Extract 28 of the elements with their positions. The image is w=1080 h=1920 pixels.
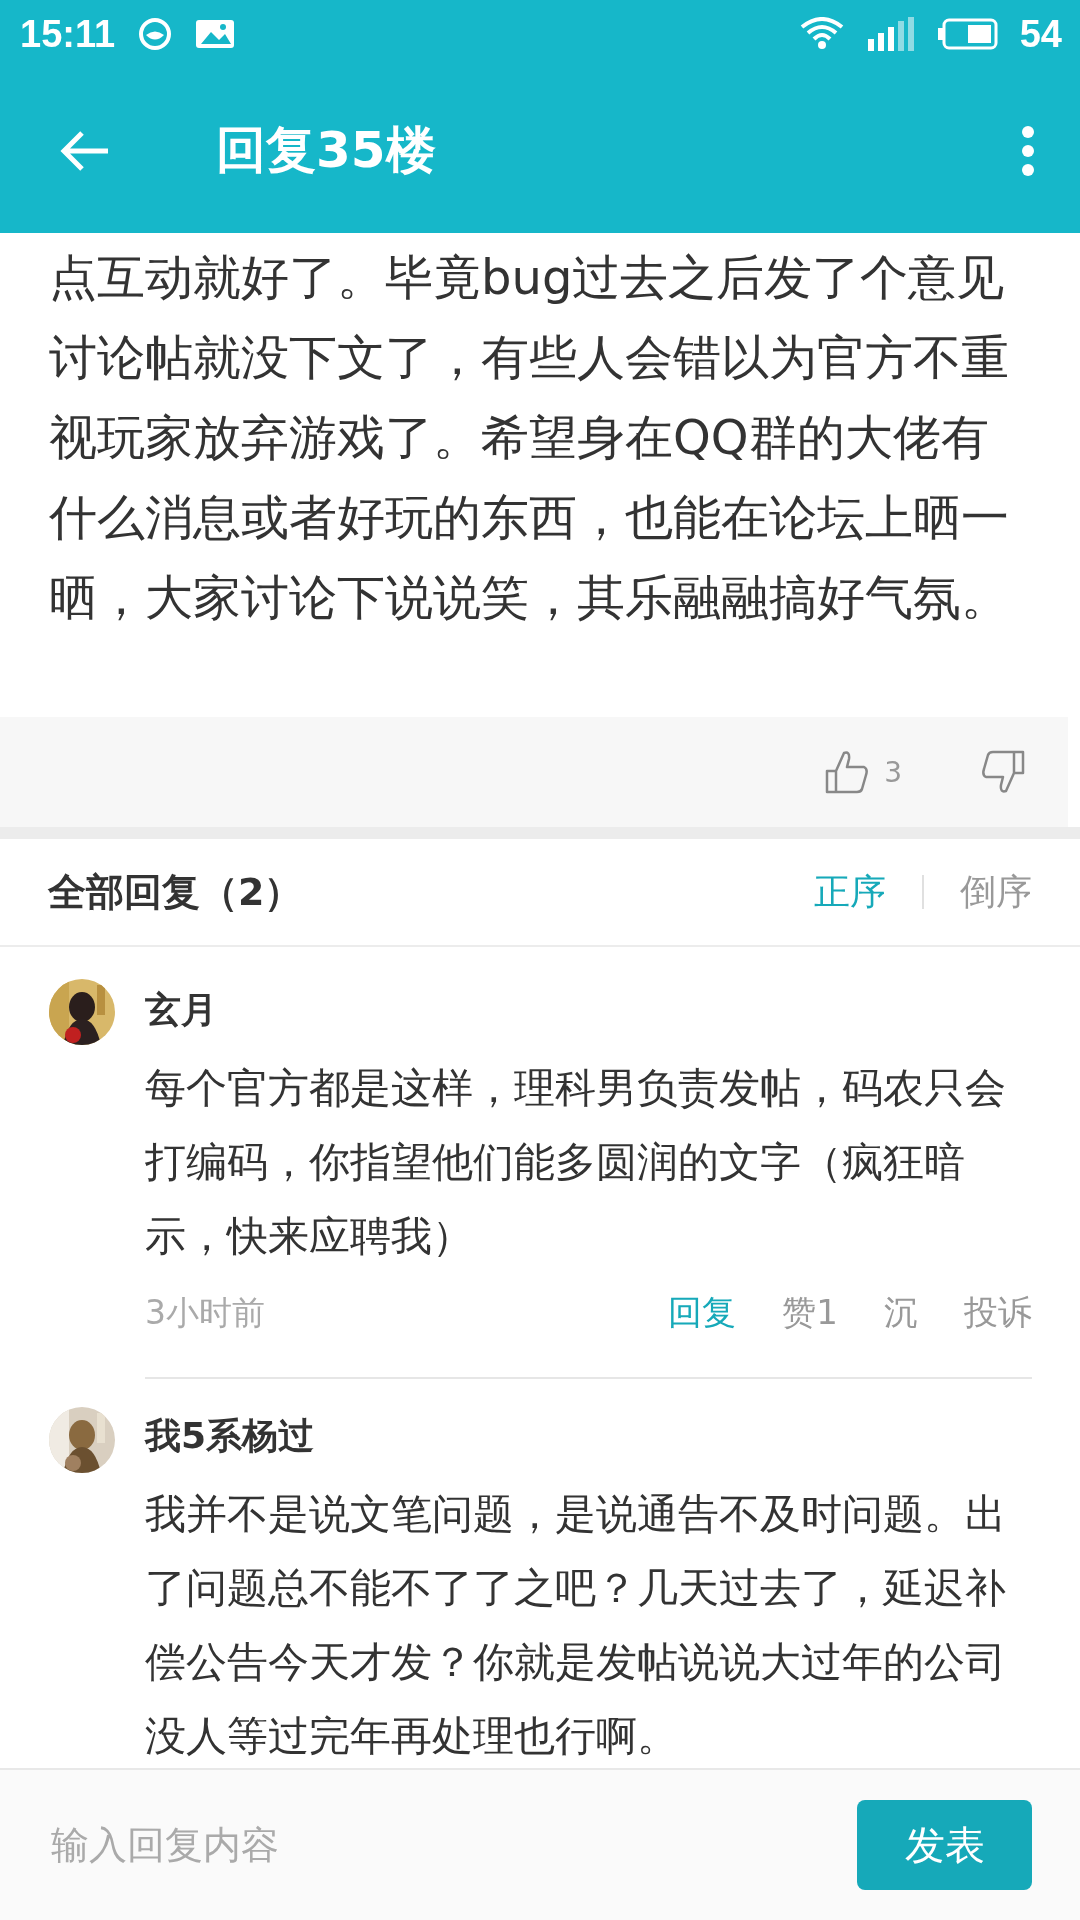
comment-text: 我并不是说文笔问题，是说通告不及时问题。出了问题总不能不了了之吧？几天过去了，延迟补偿公告今天才发？你就是发帖说说大过年的公司没人等过完年再处理也行啊。 [145,1489,1007,1762]
commenter-name[interactable]: 玄月 [145,977,1032,1043]
status-time: 15:11 [20,12,116,56]
post-text: 点互动就好了。毕竟bug过去之后发了个意见讨论帖就没下文了，有些人会错以为官方不重视玩家放弃游戏了。希望身在QQ群的大佬有什么消息或者好玩的东西，也能在论坛上晒一晒，大家讨论下说说笑，其乐融融搞好气氛。 [48,248,1010,627]
publish-button[interactable]: 发表 [857,1800,1032,1890]
comment-action[interactable]: 回复 [668,1290,737,1336]
image-icon [195,18,236,50]
sort-tab[interactable]: 正序 [814,867,886,917]
page-title: 回复35楼 [216,120,437,181]
wifi-icon [799,17,844,51]
replies-heading: 全部回复（2） [48,868,303,916]
comment-action[interactable]: 沉 [884,1290,918,1336]
more-menu-icon[interactable] [1020,124,1036,177]
back-arrow-icon[interactable] [58,128,110,173]
sort-tab[interactable]: 倒序 [960,867,1032,917]
commenter-name[interactable]: 我5系杨过 [145,1403,1032,1469]
smiley-icon [137,16,174,52]
battery-icon [937,18,998,50]
reply-input[interactable]: 输入回复内容 [49,1822,857,1868]
comment-time: 3小时前 [145,1291,265,1334]
thumbs-up-icon[interactable] [824,749,871,795]
like-count: 3 [884,755,902,789]
thumbs-down-icon[interactable] [980,749,1026,795]
comment-action[interactable]: 赞1 [782,1290,838,1336]
battery-level: 54 [1019,12,1062,56]
comment-action[interactable]: 投诉 [964,1290,1032,1336]
comment-text: 每个官方都是这样，理科男负责发帖，码农只会打编码，你指望他们能多圆润的文字（疯狂暗示，快来应聘我） [145,1063,1007,1262]
signal-icon [865,17,916,51]
